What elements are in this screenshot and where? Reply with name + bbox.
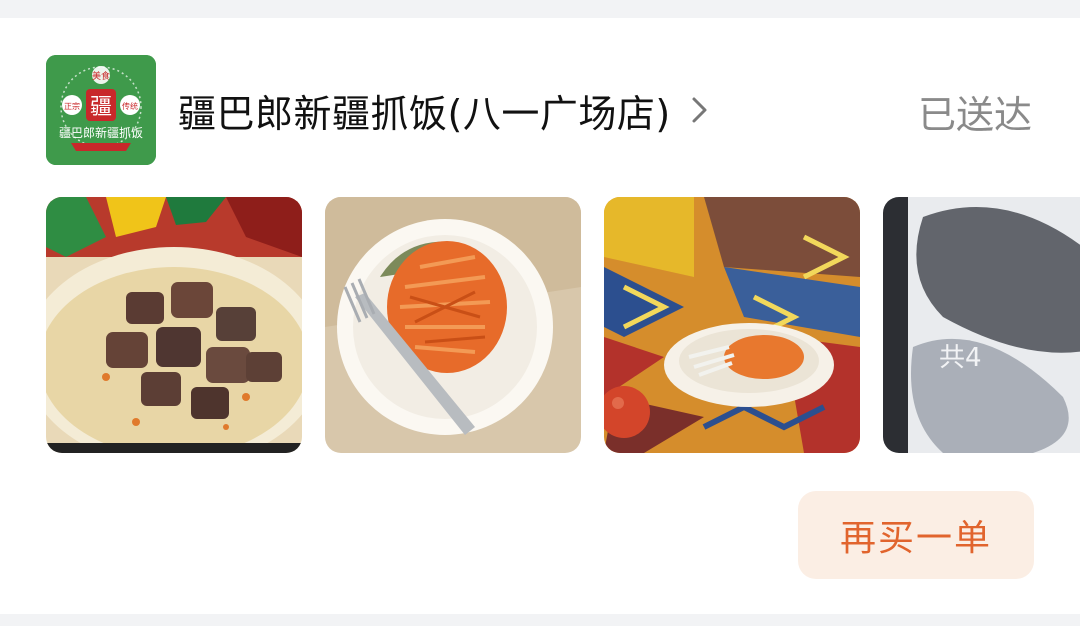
svg-text:疆巴郎新疆抓饭: 疆巴郎新疆抓饭	[59, 125, 143, 140]
product-thumb-more[interactable]: 共4	[883, 197, 1080, 453]
store-link[interactable]: 疆巴郎新疆抓饭(八一广场店)	[178, 80, 711, 140]
product-thumb-1[interactable]	[46, 197, 302, 453]
store-name: 疆巴郎新疆抓饭(八一广场店)	[178, 91, 671, 136]
product-thumb-3[interactable]	[604, 197, 860, 453]
svg-text:正宗: 正宗	[64, 101, 80, 111]
chevron-right-icon	[692, 97, 707, 123]
svg-text:传统: 传统	[122, 101, 138, 111]
order-card[interactable]: 美食 正宗 传统 疆 疆巴郎新疆抓饭 疆巴郎新疆抓饭(八一广场店) 已送达 共4…	[0, 18, 1080, 614]
more-count-label: 共4	[939, 343, 982, 373]
carrot-dish-on-textile-image	[604, 197, 860, 453]
more-products-image	[883, 197, 1080, 453]
order-status: 已送达	[917, 93, 1032, 137]
svg-text:美食: 美食	[92, 70, 110, 82]
reorder-button[interactable]: 再买一单	[798, 491, 1034, 579]
lamb-pilaf-image	[46, 197, 302, 453]
store-logo[interactable]: 美食 正宗 传统 疆 疆巴郎新疆抓饭	[46, 55, 156, 165]
svg-text:疆: 疆	[90, 95, 112, 120]
store-logo-icon: 美食 正宗 传统 疆 疆巴郎新疆抓饭	[46, 55, 156, 165]
product-thumb-2[interactable]	[325, 197, 581, 453]
product-thumbnails[interactable]: 共4	[46, 197, 1080, 453]
carrot-salad-image	[325, 197, 581, 453]
